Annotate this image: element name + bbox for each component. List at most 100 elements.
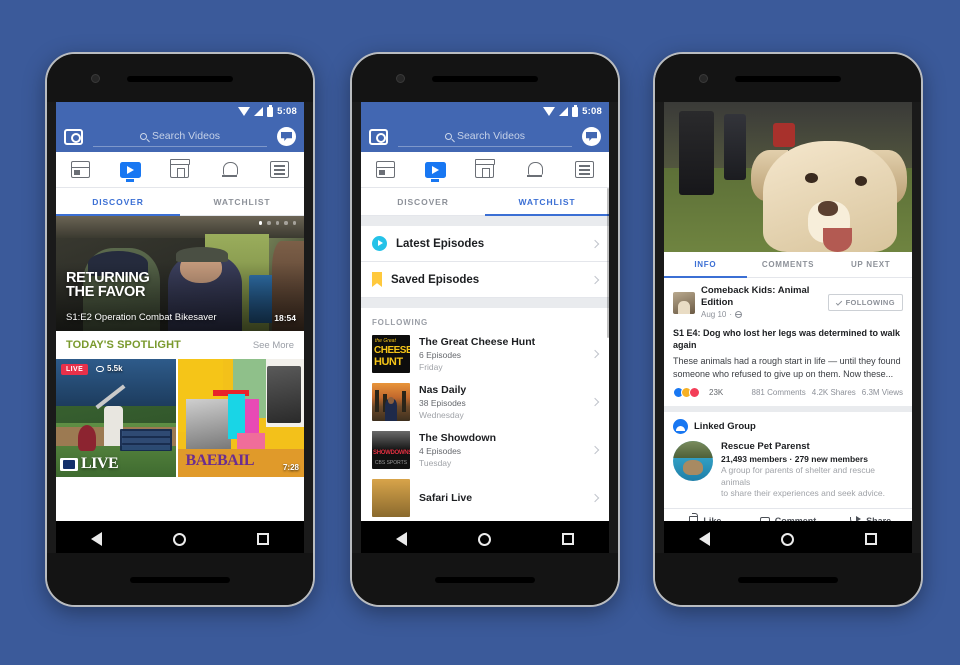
play-circle-icon xyxy=(372,236,387,251)
tab-comments[interactable]: COMMENTS xyxy=(747,252,830,277)
tab-discover[interactable]: DISCOVER xyxy=(361,188,485,215)
see-more-link[interactable]: See More xyxy=(253,340,294,351)
bg-person-2 xyxy=(723,114,746,180)
show-day: Tuesday xyxy=(419,457,452,468)
tab-menu[interactable] xyxy=(254,152,304,187)
thumb-text-2: CHEESE xyxy=(374,345,410,356)
carousel-dot[interactable] xyxy=(267,221,271,225)
list-item[interactable]: Safari Live xyxy=(361,474,609,522)
scrollbar[interactable] xyxy=(607,188,609,338)
safari-live-thumb xyxy=(372,479,410,517)
show-day: Friday xyxy=(419,361,443,372)
android-nav-bar xyxy=(56,521,304,557)
carousel-dot[interactable] xyxy=(275,221,279,225)
tab-notifications[interactable] xyxy=(510,152,560,187)
reaction-count: 23K xyxy=(709,388,724,397)
linked-group-header: Linked Group xyxy=(664,412,912,436)
bookmark-icon xyxy=(372,272,382,287)
tab-notifications[interactable] xyxy=(205,152,255,187)
status-bar: 5:08 xyxy=(361,102,609,121)
icon-tab-bar xyxy=(56,152,304,188)
carousel-dot[interactable] xyxy=(258,221,262,225)
bottom-speaker xyxy=(435,577,535,583)
share-count[interactable]: 4.2K Shares xyxy=(812,388,856,397)
post-meta: Comeback Kids: Animal Edition Aug 10 · xyxy=(701,285,822,320)
search-input[interactable]: Search Videos xyxy=(93,127,267,147)
recents-icon[interactable] xyxy=(561,533,574,545)
list-item[interactable]: the Great CHEESE HUNT The Great Cheese H… xyxy=(361,330,609,378)
messenger-icon[interactable] xyxy=(277,127,296,146)
eye-icon xyxy=(96,365,104,372)
thumb-image-top xyxy=(372,431,410,450)
hero-subtitle: S1:E2 Operation Combat Bikesaver xyxy=(66,312,217,323)
list-item[interactable]: SHOWDOWNS CBS SPORTS The Showdown 4 Epis… xyxy=(361,426,609,474)
view-count: 6.3M Views xyxy=(861,388,903,397)
back-icon[interactable] xyxy=(699,532,711,546)
globe-icon xyxy=(735,311,743,318)
back-icon[interactable] xyxy=(91,532,103,546)
tab-marketplace[interactable] xyxy=(460,152,510,187)
row-latest-episodes[interactable]: Latest Episodes xyxy=(361,226,609,262)
earpiece-speaker xyxy=(432,76,538,82)
art-man-bw xyxy=(185,399,231,456)
group-name[interactable]: Rescue Pet Parenst xyxy=(721,441,903,453)
home-icon[interactable] xyxy=(780,532,794,546)
section-spacer xyxy=(361,216,609,226)
phone-2-screen: 5:08 Search Videos DISCOVER WATCHLIST La… xyxy=(361,102,609,557)
list-item-text: Safari Live xyxy=(419,492,583,505)
phone-3-top-bezel xyxy=(655,54,921,102)
spotlight-card-bae[interactable]: BAEBAIL 7:28 xyxy=(178,359,304,477)
bae-bail-title: BAEBAIL xyxy=(186,452,255,470)
messenger-icon[interactable] xyxy=(582,127,601,146)
page-name[interactable]: Comeback Kids: Animal Edition xyxy=(701,285,822,309)
tab-marketplace[interactable] xyxy=(155,152,205,187)
search-input[interactable]: Search Videos xyxy=(398,127,572,147)
mlb-logo xyxy=(60,457,78,471)
tab-info[interactable]: INFO xyxy=(664,252,747,278)
linked-group-row[interactable]: Rescue Pet Parenst 21,493 members · 279 … xyxy=(664,436,912,508)
art-woman-bw xyxy=(267,366,302,423)
cheese-hunt-thumb: the Great CHEESE HUNT xyxy=(372,335,410,373)
carousel-dot[interactable] xyxy=(292,221,296,225)
earpiece-speaker xyxy=(735,76,841,82)
carousel-dot[interactable] xyxy=(284,221,288,225)
back-icon[interactable] xyxy=(396,532,408,546)
home-icon[interactable] xyxy=(172,532,186,546)
score-bug xyxy=(120,429,172,452)
live-overlay-text: LIVE xyxy=(81,455,119,472)
tab-news-feed[interactable] xyxy=(361,152,411,187)
icon-tab-bar xyxy=(361,152,609,188)
home-icon[interactable] xyxy=(477,532,491,546)
hero-video-card[interactable]: RETURNING THE FAVOR S1:E2 Operation Comb… xyxy=(56,216,304,331)
status-time: 5:08 xyxy=(277,106,297,117)
mlb-live-overlay: LIVE xyxy=(60,455,119,473)
recents-icon[interactable] xyxy=(864,533,877,545)
show-day: Wednesday xyxy=(419,409,464,420)
camera-icon[interactable] xyxy=(369,128,388,145)
phone-1-screen: 5:08 Search Videos DISCOVER WATCHLIST RE… xyxy=(56,102,304,557)
carousel-dots[interactable] xyxy=(258,221,296,225)
avatar[interactable] xyxy=(673,291,695,314)
tab-up-next[interactable]: UP NEXT xyxy=(829,252,912,277)
post-header: Comeback Kids: Animal Edition Aug 10 · F… xyxy=(673,285,903,320)
tab-news-feed[interactable] xyxy=(56,152,106,187)
tab-watchlist[interactable]: WATCHLIST xyxy=(180,188,304,215)
tab-video[interactable] xyxy=(106,152,156,187)
tab-watchlist[interactable]: WATCHLIST xyxy=(485,188,609,216)
show-episodes: 6 Episodes xyxy=(419,349,462,360)
tab-menu[interactable] xyxy=(559,152,609,187)
following-button[interactable]: FOLLOWING xyxy=(827,294,903,311)
chevron-right-icon xyxy=(590,445,600,455)
search-placeholder: Search Videos xyxy=(456,130,526,142)
row-saved-episodes[interactable]: Saved Episodes xyxy=(361,262,609,298)
video-player[interactable] xyxy=(664,102,912,252)
tab-video[interactable] xyxy=(411,152,461,187)
list-item[interactable]: Nas Daily 38 Episodes Wednesday xyxy=(361,378,609,426)
tab-discover[interactable]: DISCOVER xyxy=(56,188,180,216)
recents-icon[interactable] xyxy=(256,533,269,545)
reaction-icons[interactable] xyxy=(673,387,700,398)
comment-count[interactable]: 881 Comments xyxy=(752,388,806,397)
spotlight-card-live[interactable]: LIVE 5.5k LIVE xyxy=(56,359,176,477)
camera-icon[interactable] xyxy=(64,128,83,145)
linked-group-heading: Linked Group xyxy=(694,421,756,432)
